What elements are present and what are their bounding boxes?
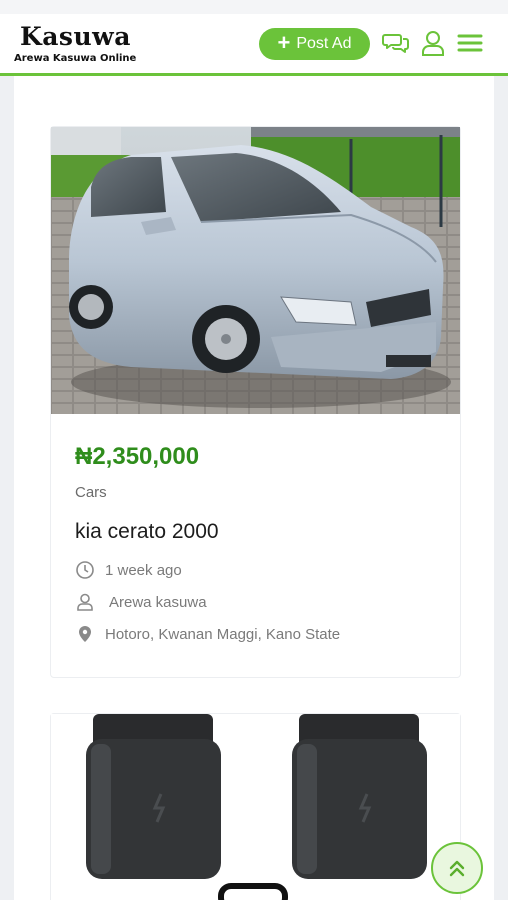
- post-ad-label: Post Ad: [296, 35, 352, 52]
- site-logo[interactable]: Kasuwa Arewa Kasuwa Online: [14, 22, 154, 68]
- listing-photo[interactable]: [51, 127, 460, 414]
- clock-icon: [75, 560, 95, 580]
- listing-posted-time: 1 week ago: [75, 560, 182, 580]
- listing-title[interactable]: kia cerato 2000: [75, 520, 219, 544]
- listing-price: ₦2,350,000: [75, 443, 200, 470]
- plus-icon: +: [277, 30, 291, 55]
- listing-card[interactable]: ₦2,350,000 Cars kia cerato 2000 1 week a…: [50, 126, 461, 678]
- page-gutter-left: [0, 76, 14, 900]
- logo-subtitle: Arewa Kasuwa Online: [14, 53, 137, 64]
- listing-seller[interactable]: Arewa kasuwa: [75, 592, 207, 612]
- menu-icon[interactable]: [456, 29, 484, 57]
- chat-icon[interactable]: [382, 29, 410, 57]
- listing-card[interactable]: [50, 713, 461, 900]
- post-ad-button[interactable]: + Post Ad: [259, 28, 370, 60]
- user-icon: [75, 592, 95, 612]
- location-pin-icon: [75, 624, 95, 644]
- listing-location: Hotoro, Kwanan Maggi, Kano State: [75, 624, 340, 644]
- page-gutter-right: [494, 76, 508, 900]
- double-chevron-up-icon: [449, 860, 465, 877]
- site-header: Kasuwa Arewa Kasuwa Online + Post Ad: [0, 14, 508, 76]
- posted-time-text: 1 week ago: [105, 561, 182, 579]
- listing-category[interactable]: Cars: [75, 484, 107, 501]
- scroll-to-top-button[interactable]: [431, 842, 483, 894]
- logo-title: Kasuwa: [20, 22, 131, 51]
- seller-name: Arewa kasuwa: [109, 593, 207, 611]
- location-text: Hotoro, Kwanan Maggi, Kano State: [105, 625, 341, 643]
- user-icon[interactable]: [419, 29, 447, 57]
- status-strip: [0, 0, 508, 14]
- listing-photo[interactable]: [51, 714, 460, 900]
